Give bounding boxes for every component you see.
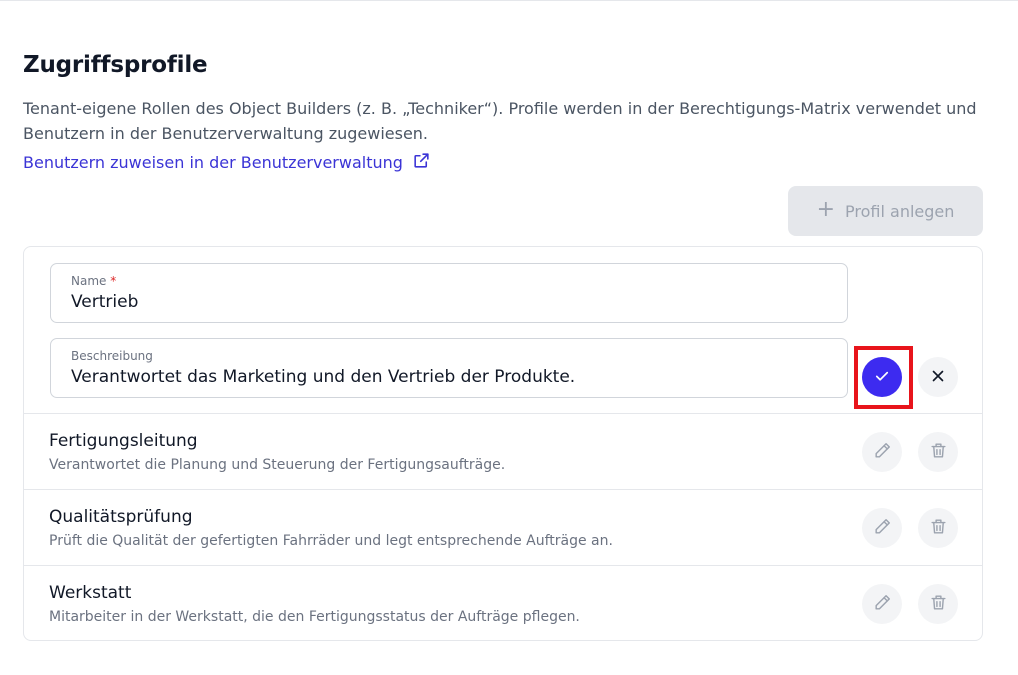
trash-icon (929, 593, 948, 615)
page-description: Tenant-eigene Rollen des Object Builders… (23, 99, 977, 143)
close-icon (929, 367, 947, 388)
required-marker: * (110, 274, 117, 288)
profile-description: Verantwortet die Planung und Steuerung d… (49, 457, 506, 473)
edit-button[interactable] (862, 432, 902, 472)
edit-button[interactable] (862, 584, 902, 624)
profile-description: Mitarbeiter in der Werkstatt, die den Fe… (49, 609, 580, 625)
trash-icon (929, 517, 948, 539)
name-input[interactable] (71, 290, 827, 314)
profile-description: Prüft die Qualität der gefertigten Fahrr… (49, 533, 613, 549)
user-management-link-label: Benutzern zuweisen in der Benutzerverwal… (23, 153, 403, 172)
user-management-link[interactable]: Benutzern zuweisen in der Benutzerverwal… (23, 151, 431, 174)
profile-name: Qualitätsprüfung (49, 507, 193, 527)
confirm-button[interactable] (862, 357, 902, 397)
pencil-icon (873, 593, 892, 615)
cancel-button[interactable] (918, 357, 958, 397)
profiles-card: Name * Beschreibung Fertigungsleitung Ve… (23, 246, 983, 641)
plus-icon: + (816, 197, 836, 222)
profile-name: Fertigungsleitung (49, 431, 198, 451)
check-icon (873, 367, 891, 388)
edit-button[interactable] (862, 508, 902, 548)
profile-name: Werkstatt (49, 583, 132, 603)
description-field-label: Beschreibung (71, 349, 153, 363)
external-link-icon (412, 151, 431, 174)
name-field-label: Name * (71, 274, 117, 288)
delete-button[interactable] (918, 432, 958, 472)
profile-row: Fertigungsleitung Verantwortet die Planu… (24, 413, 982, 489)
pencil-icon (873, 517, 892, 539)
create-profile-label: Profil anlegen (845, 201, 955, 221)
page-title: Zugriffsprofile (23, 52, 208, 78)
top-divider (0, 0, 1018, 1)
profile-row: Werkstatt Mitarbeiter in der Werkstatt, … (24, 565, 982, 641)
delete-button[interactable] (918, 584, 958, 624)
delete-button[interactable] (918, 508, 958, 548)
profile-row: Qualitätsprüfung Prüft die Qualität der … (24, 489, 982, 565)
description-field[interactable]: Beschreibung (50, 338, 848, 398)
description-input[interactable] (71, 365, 827, 389)
pencil-icon (873, 441, 892, 463)
name-field[interactable]: Name * (50, 263, 848, 323)
trash-icon (929, 441, 948, 463)
create-profile-button[interactable]: + Profil anlegen (788, 186, 983, 236)
